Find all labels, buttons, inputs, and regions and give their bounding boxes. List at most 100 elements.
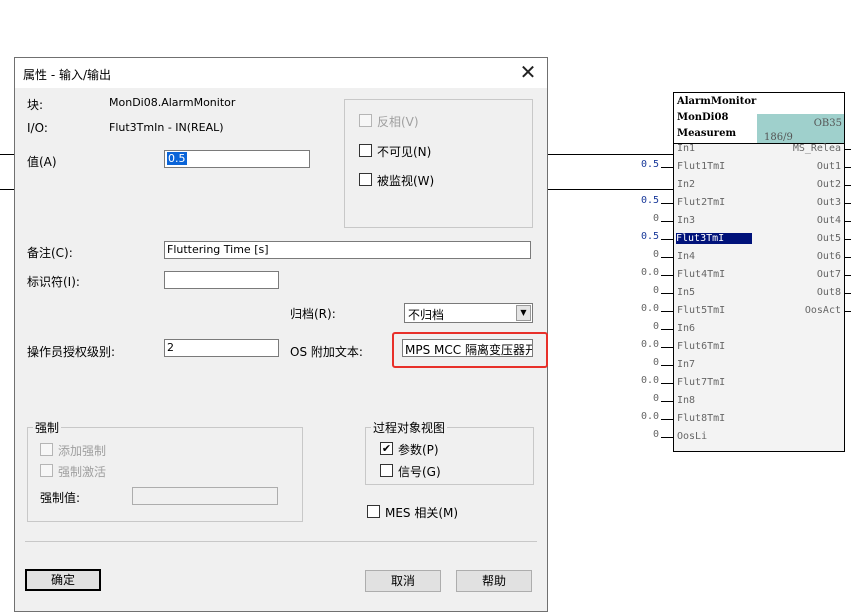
force-value-label: 强制值:	[40, 491, 81, 505]
pin-stub	[661, 221, 673, 222]
function-block[interactable]: AlarmMonitor MonDi08 Measurem OB35 186/9…	[673, 92, 845, 452]
output-pin-out6[interactable]: Out6	[817, 251, 841, 262]
connection-line-3	[547, 154, 673, 155]
output-pin-out1[interactable]: Out1	[817, 161, 841, 172]
title-bar[interactable]: 属性 - 输入/输出 ✕	[15, 58, 547, 88]
block-label: 块:	[27, 98, 44, 112]
input-pin-in8[interactable]: In8	[677, 395, 695, 406]
block-value: MonDi08.AlarmMonitor	[109, 96, 236, 109]
input-pin-in7[interactable]: In7	[677, 359, 695, 370]
pin-stub	[661, 437, 673, 438]
pin-value-in3: 0	[652, 213, 659, 224]
close-icon[interactable]: ✕	[517, 61, 539, 83]
properties-dialog: 属性 - 输入/输出 ✕ 块: MonDi08.AlarmMonitor I/O…	[14, 57, 548, 612]
os-text-label: OS 附加文本:	[290, 345, 363, 359]
pin-value-flut1tmi: 0.5	[640, 159, 659, 170]
input-pin-flut4tmi[interactable]: Flut4TmI	[677, 269, 725, 280]
output-stub	[845, 257, 851, 258]
force-group-title: 强制	[33, 419, 62, 436]
pin-value-in7: 0	[652, 357, 659, 368]
identifier-input[interactable]	[164, 271, 279, 289]
value-input[interactable]: 0.5	[164, 150, 310, 168]
watched-checkbox[interactable]	[359, 173, 372, 186]
force-active-checkbox[interactable]	[40, 464, 53, 477]
output-pin-out4[interactable]: Out4	[817, 215, 841, 226]
output-stub	[845, 293, 851, 294]
pin-stub	[661, 329, 673, 330]
pin-stub	[661, 401, 673, 402]
input-pin-oosli[interactable]: OosLi	[677, 431, 707, 442]
value-input-text: 0.5	[167, 152, 187, 165]
add-force-label: 添加强制	[58, 444, 107, 458]
pin-stub	[661, 239, 673, 240]
input-pin-flut1tmi[interactable]: Flut1TmI	[677, 161, 725, 172]
comment-input[interactable]: Fluttering Time [s]	[164, 241, 531, 259]
input-pin-flut3tmi[interactable]: Flut3TmI	[676, 233, 752, 244]
output-stub	[845, 275, 851, 276]
identifier-label: 标识符(I):	[27, 275, 80, 289]
input-pin-in4[interactable]: In4	[677, 251, 695, 262]
pin-value-in5: 0	[652, 285, 659, 296]
input-pin-flut5tmi[interactable]: Flut5TmI	[677, 305, 725, 316]
process-view-title: 过程对象视图	[371, 419, 448, 436]
output-pin-out5[interactable]: Out5	[817, 233, 841, 244]
function-block-header: AlarmMonitor MonDi08 Measurem OB35 186/9	[674, 93, 844, 144]
pin-stub	[661, 167, 673, 168]
watched-label: 被监视(W)	[377, 174, 435, 188]
dialog-title: 属性 - 输入/输出	[23, 68, 112, 82]
input-pin-in1[interactable]: In1	[677, 143, 695, 154]
mes-checkbox[interactable]	[367, 505, 380, 518]
block-ob: OB35	[813, 118, 842, 129]
io-value: Flut3TmIn - IN(REAL)	[109, 121, 224, 134]
input-pin-flut2tmi[interactable]: Flut2TmI	[677, 197, 725, 208]
output-stub	[845, 167, 851, 168]
output-pin-out3[interactable]: Out3	[817, 197, 841, 208]
output-stub	[845, 149, 851, 150]
output-stub	[845, 239, 851, 240]
param-checkbox[interactable]: ✔	[380, 442, 393, 455]
chevron-down-icon[interactable]: ▼	[516, 305, 531, 321]
pin-value-flut6tmi: 0.0	[640, 339, 659, 350]
block-type-name: AlarmMonitor	[677, 96, 757, 107]
force-value-input[interactable]	[132, 487, 278, 505]
block-instance-2: Measurem	[677, 128, 737, 139]
output-pin-out7[interactable]: Out7	[817, 269, 841, 280]
invert-label: 反相(V)	[377, 115, 419, 129]
input-pin-in5[interactable]: In5	[677, 287, 695, 298]
pin-value-in6: 0	[652, 321, 659, 332]
output-pin-out2[interactable]: Out2	[817, 179, 841, 190]
force-group: 添加强制 强制激活 强制值:	[27, 427, 303, 522]
input-pin-in6[interactable]: In6	[677, 323, 695, 334]
archive-select[interactable]: 不归档 ▼	[404, 303, 533, 323]
pin-value-oosli: 0	[652, 429, 659, 440]
output-pin-oosact[interactable]: OosAct	[805, 305, 841, 316]
input-pin-in3[interactable]: In3	[677, 215, 695, 226]
invisible-label: 不可见(N)	[377, 145, 432, 159]
cancel-button[interactable]: 取消	[365, 570, 441, 592]
input-pin-in2[interactable]: In2	[677, 179, 695, 190]
output-pin-ms_relea[interactable]: MS_Relea	[793, 143, 841, 154]
archive-select-value: 不归档	[408, 308, 445, 322]
pin-stub	[661, 347, 673, 348]
signal-checkbox[interactable]	[380, 464, 393, 477]
auth-level-input[interactable]: 2	[164, 339, 279, 357]
output-stub	[845, 185, 851, 186]
input-pin-flut6tmi[interactable]: Flut6TmI	[677, 341, 725, 352]
invisible-checkbox[interactable]	[359, 144, 372, 157]
options-group: 反相(V) 不可见(N) 被监视(W)	[344, 99, 533, 228]
help-button[interactable]: 帮助	[456, 570, 532, 592]
pin-stub	[661, 257, 673, 258]
ok-button[interactable]: 确定	[25, 569, 101, 591]
mes-label: MES 相关(M)	[385, 506, 459, 520]
output-stub	[845, 221, 851, 222]
input-pin-flut8tmi[interactable]: Flut8TmI	[677, 413, 725, 424]
invert-checkbox[interactable]	[359, 114, 372, 127]
input-pin-flut7tmi[interactable]: Flut7TmI	[677, 377, 725, 388]
value-label: 值(A)	[27, 155, 57, 169]
archive-label: 归档(R):	[290, 307, 336, 321]
param-label: 参数(P)	[398, 443, 439, 457]
separator	[25, 541, 537, 542]
add-force-checkbox[interactable]	[40, 443, 53, 456]
output-pin-out8[interactable]: Out8	[817, 287, 841, 298]
pin-stub	[661, 311, 673, 312]
